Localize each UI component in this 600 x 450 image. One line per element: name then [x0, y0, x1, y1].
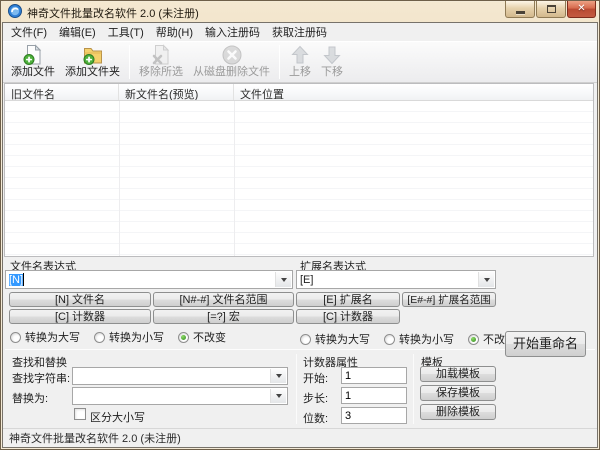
add-file-icon	[22, 44, 44, 66]
insert-counter-button[interactable]: [C] 计数器	[9, 309, 151, 324]
replace-with-combo[interactable]	[72, 387, 288, 405]
counter-digits-input[interactable]	[341, 407, 407, 424]
client-area: 文件(F) 编辑(E) 工具(T) 帮助(H) 输入注册码 获取注册码	[2, 22, 598, 448]
counter-start-input[interactable]	[341, 367, 407, 384]
text-cursor	[23, 273, 24, 286]
extension-expression-combo[interactable]: [E]	[296, 270, 496, 289]
case-sensitive-checkbox[interactable]	[74, 408, 86, 420]
insert-macro-button[interactable]: [=?] 宏	[153, 309, 294, 324]
filename-expression-combo[interactable]: [N]	[5, 270, 293, 289]
toolbar: 添加文件 添加文件夹	[3, 41, 597, 83]
dropdown-arrow-icon[interactable]	[270, 389, 286, 403]
remove-selected-button[interactable]: 移除所选	[134, 43, 188, 81]
extension-case-radio-group: 转换为大写 转换为小写 不改变	[300, 331, 516, 347]
extension-lowercase-option[interactable]: 转换为小写	[384, 331, 454, 347]
delete-template-button[interactable]: 删除模板	[420, 404, 496, 420]
insert-extension-counter-button[interactable]: [C] 计数器	[296, 309, 400, 324]
section-divider	[413, 354, 414, 424]
delete-from-disk-button[interactable]: 从磁盘删除文件	[188, 43, 275, 81]
filename-nochange-option[interactable]: 不改变	[178, 329, 226, 345]
maximize-icon	[547, 5, 556, 13]
case-sensitive-label: 区分大小写	[90, 409, 145, 425]
window-title: 神奇文件批量改名软件 2.0 (未注册)	[27, 5, 199, 21]
find-string-combo[interactable]	[72, 367, 288, 385]
minimize-button[interactable]	[505, 1, 535, 18]
toolbar-separator	[129, 45, 130, 79]
menu-enter-registration-code[interactable]: 输入注册码	[199, 22, 266, 42]
delete-from-disk-label: 从磁盘删除文件	[193, 66, 270, 79]
extension-uppercase-option[interactable]: 转换为大写	[300, 331, 370, 347]
minimize-icon	[516, 11, 525, 14]
move-down-icon	[321, 44, 343, 66]
maximize-button[interactable]	[536, 1, 566, 18]
column-header-new-filename-preview[interactable]: 新文件名(预览)	[119, 84, 234, 100]
filename-lowercase-option[interactable]: 转换为小写	[94, 329, 164, 345]
counter-step-input[interactable]	[341, 387, 407, 404]
load-template-button[interactable]: 加载模板	[420, 366, 496, 382]
dropdown-arrow-icon[interactable]	[275, 272, 291, 287]
filename-expression-value: [N]	[9, 274, 23, 286]
save-template-button[interactable]: 保存模板	[420, 385, 496, 401]
column-header-old-filename[interactable]: 旧文件名	[5, 84, 119, 100]
menu-tools[interactable]: 工具(T)	[102, 22, 150, 42]
find-replace-title: 查找和替换	[12, 354, 67, 370]
move-down-label: 下移	[321, 66, 343, 79]
move-up-label: 上移	[289, 66, 311, 79]
add-folder-icon	[82, 44, 104, 66]
titlebar[interactable]: 神奇文件批量改名软件 2.0 (未注册) ✕	[0, 0, 600, 22]
counter-start-label: 开始:	[303, 370, 328, 386]
add-file-label: 添加文件	[11, 66, 55, 79]
remove-selected-icon	[150, 44, 172, 66]
menu-edit[interactable]: 编辑(E)	[53, 22, 102, 42]
find-string-label: 查找字符串:	[12, 370, 70, 386]
window-controls: ✕	[504, 1, 596, 18]
menu-file[interactable]: 文件(F)	[5, 22, 53, 42]
insert-extension-button[interactable]: [E] 扩展名	[296, 292, 400, 307]
counter-step-label: 步长:	[303, 390, 328, 406]
filename-case-radio-group: 转换为大写 转换为小写 不改变	[10, 329, 226, 345]
insert-filename-button[interactable]: [N] 文件名	[9, 292, 151, 307]
file-table: 旧文件名 新文件名(预览) 文件位置	[4, 83, 594, 257]
section-divider	[296, 354, 297, 424]
file-table-body[interactable]	[5, 101, 593, 256]
move-down-button[interactable]: 下移	[316, 43, 348, 81]
add-folder-button[interactable]: 添加文件夹	[60, 43, 125, 81]
dropdown-arrow-icon[interactable]	[270, 369, 286, 383]
column-header-file-location[interactable]: 文件位置	[234, 84, 593, 100]
add-folder-label: 添加文件夹	[65, 66, 120, 79]
counter-digits-label: 位数:	[303, 410, 328, 426]
radio-icon	[384, 334, 395, 345]
column-divider	[234, 101, 235, 256]
menu-bar: 文件(F) 编辑(E) 工具(T) 帮助(H) 输入注册码 获取注册码	[3, 23, 597, 41]
app-window: 神奇文件批量改名软件 2.0 (未注册) ✕ 文件(F) 编辑(E) 工具(T)…	[0, 0, 600, 450]
radio-icon	[10, 332, 21, 343]
insert-extension-range-button[interactable]: [E#-#] 扩展名范围	[402, 292, 496, 307]
dropdown-arrow-icon[interactable]	[478, 272, 494, 287]
menu-get-registration-code[interactable]: 获取注册码	[266, 22, 333, 42]
column-divider	[119, 101, 120, 256]
delete-from-disk-icon	[221, 44, 243, 66]
add-file-button[interactable]: 添加文件	[6, 43, 60, 81]
status-bar: 神奇文件批量改名软件 2.0 (未注册)	[3, 428, 597, 447]
menu-help[interactable]: 帮助(H)	[150, 22, 199, 42]
radio-icon	[300, 334, 311, 345]
move-up-icon	[289, 44, 311, 66]
replace-with-label: 替换为:	[12, 390, 48, 406]
toolbar-separator	[279, 45, 280, 79]
radio-icon-checked	[468, 334, 479, 345]
status-text: 神奇文件批量改名软件 2.0 (未注册)	[9, 430, 181, 446]
radio-icon	[94, 332, 105, 343]
extension-expression-value: [E]	[300, 274, 313, 286]
app-icon	[8, 4, 22, 18]
radio-icon-checked	[178, 332, 189, 343]
insert-filename-range-button[interactable]: [N#-#] 文件名范围	[153, 292, 294, 307]
close-icon: ✕	[577, 4, 585, 14]
filename-uppercase-option[interactable]: 转换为大写	[10, 329, 80, 345]
start-rename-button[interactable]: 开始重命名	[505, 331, 586, 357]
file-table-header: 旧文件名 新文件名(预览) 文件位置	[5, 84, 593, 101]
move-up-button[interactable]: 上移	[284, 43, 316, 81]
remove-selected-label: 移除所选	[139, 66, 183, 79]
close-button[interactable]: ✕	[567, 1, 596, 18]
